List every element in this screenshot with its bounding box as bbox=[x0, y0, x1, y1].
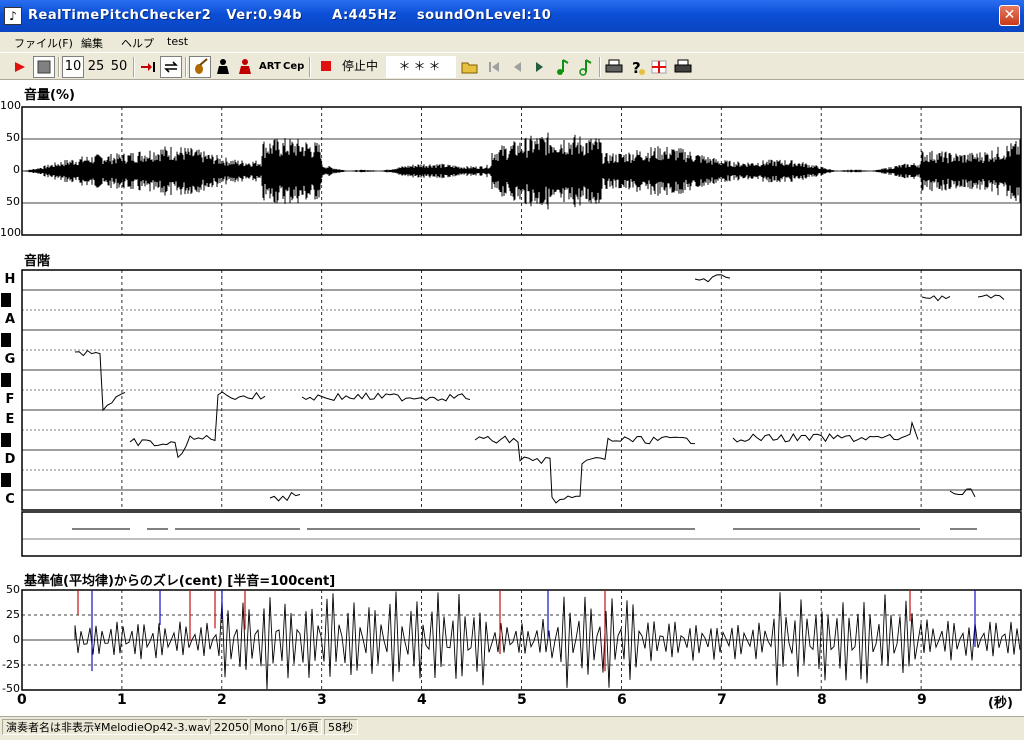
status-label: 停止中 bbox=[341, 59, 378, 73]
note-label-f: F bbox=[5, 392, 15, 407]
close-button[interactable]: ✕ bbox=[999, 5, 1020, 26]
note-label-a: A bbox=[4, 312, 16, 327]
xtick-3: 3 bbox=[317, 692, 327, 708]
print-button[interactable] bbox=[603, 56, 625, 78]
menu-bar: ファイル(F) 編集 ヘルプ test bbox=[0, 32, 1024, 52]
violin-icon bbox=[195, 58, 208, 74]
note-label-h: H bbox=[4, 272, 16, 287]
first-page-button[interactable] bbox=[483, 56, 503, 78]
pitch-panel-title: 音階 bbox=[24, 254, 51, 269]
xtick-6: 6 bbox=[617, 692, 627, 708]
cent-ytick: 0 bbox=[13, 633, 20, 646]
record-stop-icon bbox=[321, 61, 331, 71]
status-page: 1/6頁 bbox=[286, 719, 322, 735]
cent-ytick: 25 bbox=[6, 608, 20, 621]
xtick-0: 0 bbox=[17, 692, 27, 708]
status-bar: 演奏者名は非表示¥MelodieOp42-3.wav 22050 Mono 1/… bbox=[0, 716, 1024, 736]
chart-area: 音量(%) 100 50 0 50 100 音階 H A G F E D C 基… bbox=[0, 80, 1024, 716]
next-page-button[interactable] bbox=[529, 56, 549, 78]
help-question-icon: ? bbox=[632, 59, 645, 77]
toolbar: 10 25 50 ART Cep 停止中 ＊＊＊ ? bbox=[0, 52, 1024, 80]
person-black-button[interactable] bbox=[212, 56, 234, 78]
volume-panel-title: 音量(%) bbox=[24, 88, 75, 103]
violin-app-icon: ♪ bbox=[4, 7, 22, 25]
xtick-7: 7 bbox=[717, 692, 727, 708]
person-red-button[interactable] bbox=[234, 56, 256, 78]
folder-open-icon bbox=[461, 62, 478, 74]
black-key bbox=[0, 472, 12, 488]
person-icon bbox=[217, 59, 229, 74]
stop-icon bbox=[37, 60, 51, 74]
help-button[interactable]: ? bbox=[626, 56, 646, 78]
jump-to-end-icon bbox=[141, 62, 155, 72]
grid-cross-icon bbox=[651, 60, 667, 74]
menu-file[interactable]: ファイル(F) bbox=[14, 35, 73, 51]
cent-ytick: -25 bbox=[2, 658, 20, 671]
play-icon bbox=[15, 62, 25, 72]
note-label-e: E bbox=[5, 412, 15, 427]
black-key bbox=[0, 292, 12, 308]
play-button[interactable] bbox=[8, 56, 30, 78]
status-rate: 22050 bbox=[210, 719, 249, 735]
black-key bbox=[0, 372, 12, 388]
note-green-button[interactable] bbox=[552, 56, 572, 78]
music-note-outline-icon bbox=[579, 59, 592, 76]
svg-text:?: ? bbox=[632, 59, 641, 77]
violin-button[interactable] bbox=[189, 56, 211, 78]
speed-50-button[interactable]: 50 bbox=[108, 56, 130, 78]
black-key bbox=[0, 432, 12, 448]
print-setup-button[interactable] bbox=[672, 56, 694, 78]
xtick-4: 4 bbox=[417, 692, 427, 708]
printer-setup-icon bbox=[674, 59, 692, 73]
xtick-1: 1 bbox=[117, 692, 127, 708]
speed-10-button[interactable]: 10 bbox=[62, 56, 84, 78]
open-file-button[interactable] bbox=[459, 56, 481, 78]
note-label-c: C bbox=[5, 492, 15, 507]
repeat-button[interactable] bbox=[160, 56, 182, 78]
art-button[interactable]: ART bbox=[258, 56, 281, 78]
record-indicator bbox=[316, 56, 336, 78]
xtick-8: 8 bbox=[817, 692, 827, 708]
menu-test[interactable]: test bbox=[167, 35, 188, 48]
cent-ytick: 50 bbox=[6, 583, 20, 596]
chart-svg bbox=[21, 106, 1022, 691]
black-key bbox=[0, 332, 12, 348]
jump-end-button[interactable] bbox=[137, 56, 159, 78]
note-label-g: G bbox=[4, 352, 16, 367]
menu-help[interactable]: ヘルプ bbox=[121, 35, 154, 51]
status-channels: Mono bbox=[250, 719, 284, 735]
volume-ytick: 50 bbox=[6, 131, 20, 144]
printer-icon bbox=[605, 59, 623, 73]
xtick-2: 2 bbox=[217, 692, 227, 708]
next-page-icon bbox=[536, 62, 543, 72]
cent-panel-title: 基準値(平均律)からのズレ(cent) [半音=100cent] bbox=[24, 574, 336, 589]
prev-page-icon bbox=[514, 62, 521, 72]
note-label-d: D bbox=[4, 452, 16, 467]
volume-ytick: 100 bbox=[0, 226, 21, 239]
grid-button[interactable] bbox=[648, 56, 670, 78]
xtick-5: 5 bbox=[517, 692, 527, 708]
cep-button[interactable]: Cep bbox=[282, 56, 304, 78]
panel-frame bbox=[21, 511, 1022, 557]
repeat-icon bbox=[164, 61, 178, 73]
volume-ytick: 50 bbox=[6, 195, 20, 208]
volume-ytick: 100 bbox=[0, 99, 21, 112]
window-title: RealTimePitchChecker2 Ver:0.94b A:445Hz … bbox=[28, 8, 552, 23]
person-red-icon bbox=[239, 59, 251, 74]
music-note-icon bbox=[557, 59, 569, 75]
status-duration: 58秒 bbox=[324, 719, 358, 735]
pitch-readout: ＊＊＊ bbox=[386, 56, 456, 78]
prev-page-button[interactable] bbox=[506, 56, 526, 78]
volume-ytick: 0 bbox=[13, 163, 20, 176]
note-green-outline-button[interactable] bbox=[575, 56, 595, 78]
stop-button[interactable] bbox=[33, 56, 55, 78]
speed-25-button[interactable]: 25 bbox=[85, 56, 107, 78]
menu-edit[interactable]: 編集 bbox=[81, 35, 103, 51]
xaxis-unit: (秒) bbox=[988, 696, 1013, 711]
first-page-icon bbox=[489, 62, 499, 72]
status-file: 演奏者名は非表示¥MelodieOp42-3.wav bbox=[2, 719, 210, 735]
xtick-9: 9 bbox=[917, 692, 927, 708]
title-bar: ♪ RealTimePitchChecker2 Ver:0.94b A:445H… bbox=[0, 0, 1024, 32]
